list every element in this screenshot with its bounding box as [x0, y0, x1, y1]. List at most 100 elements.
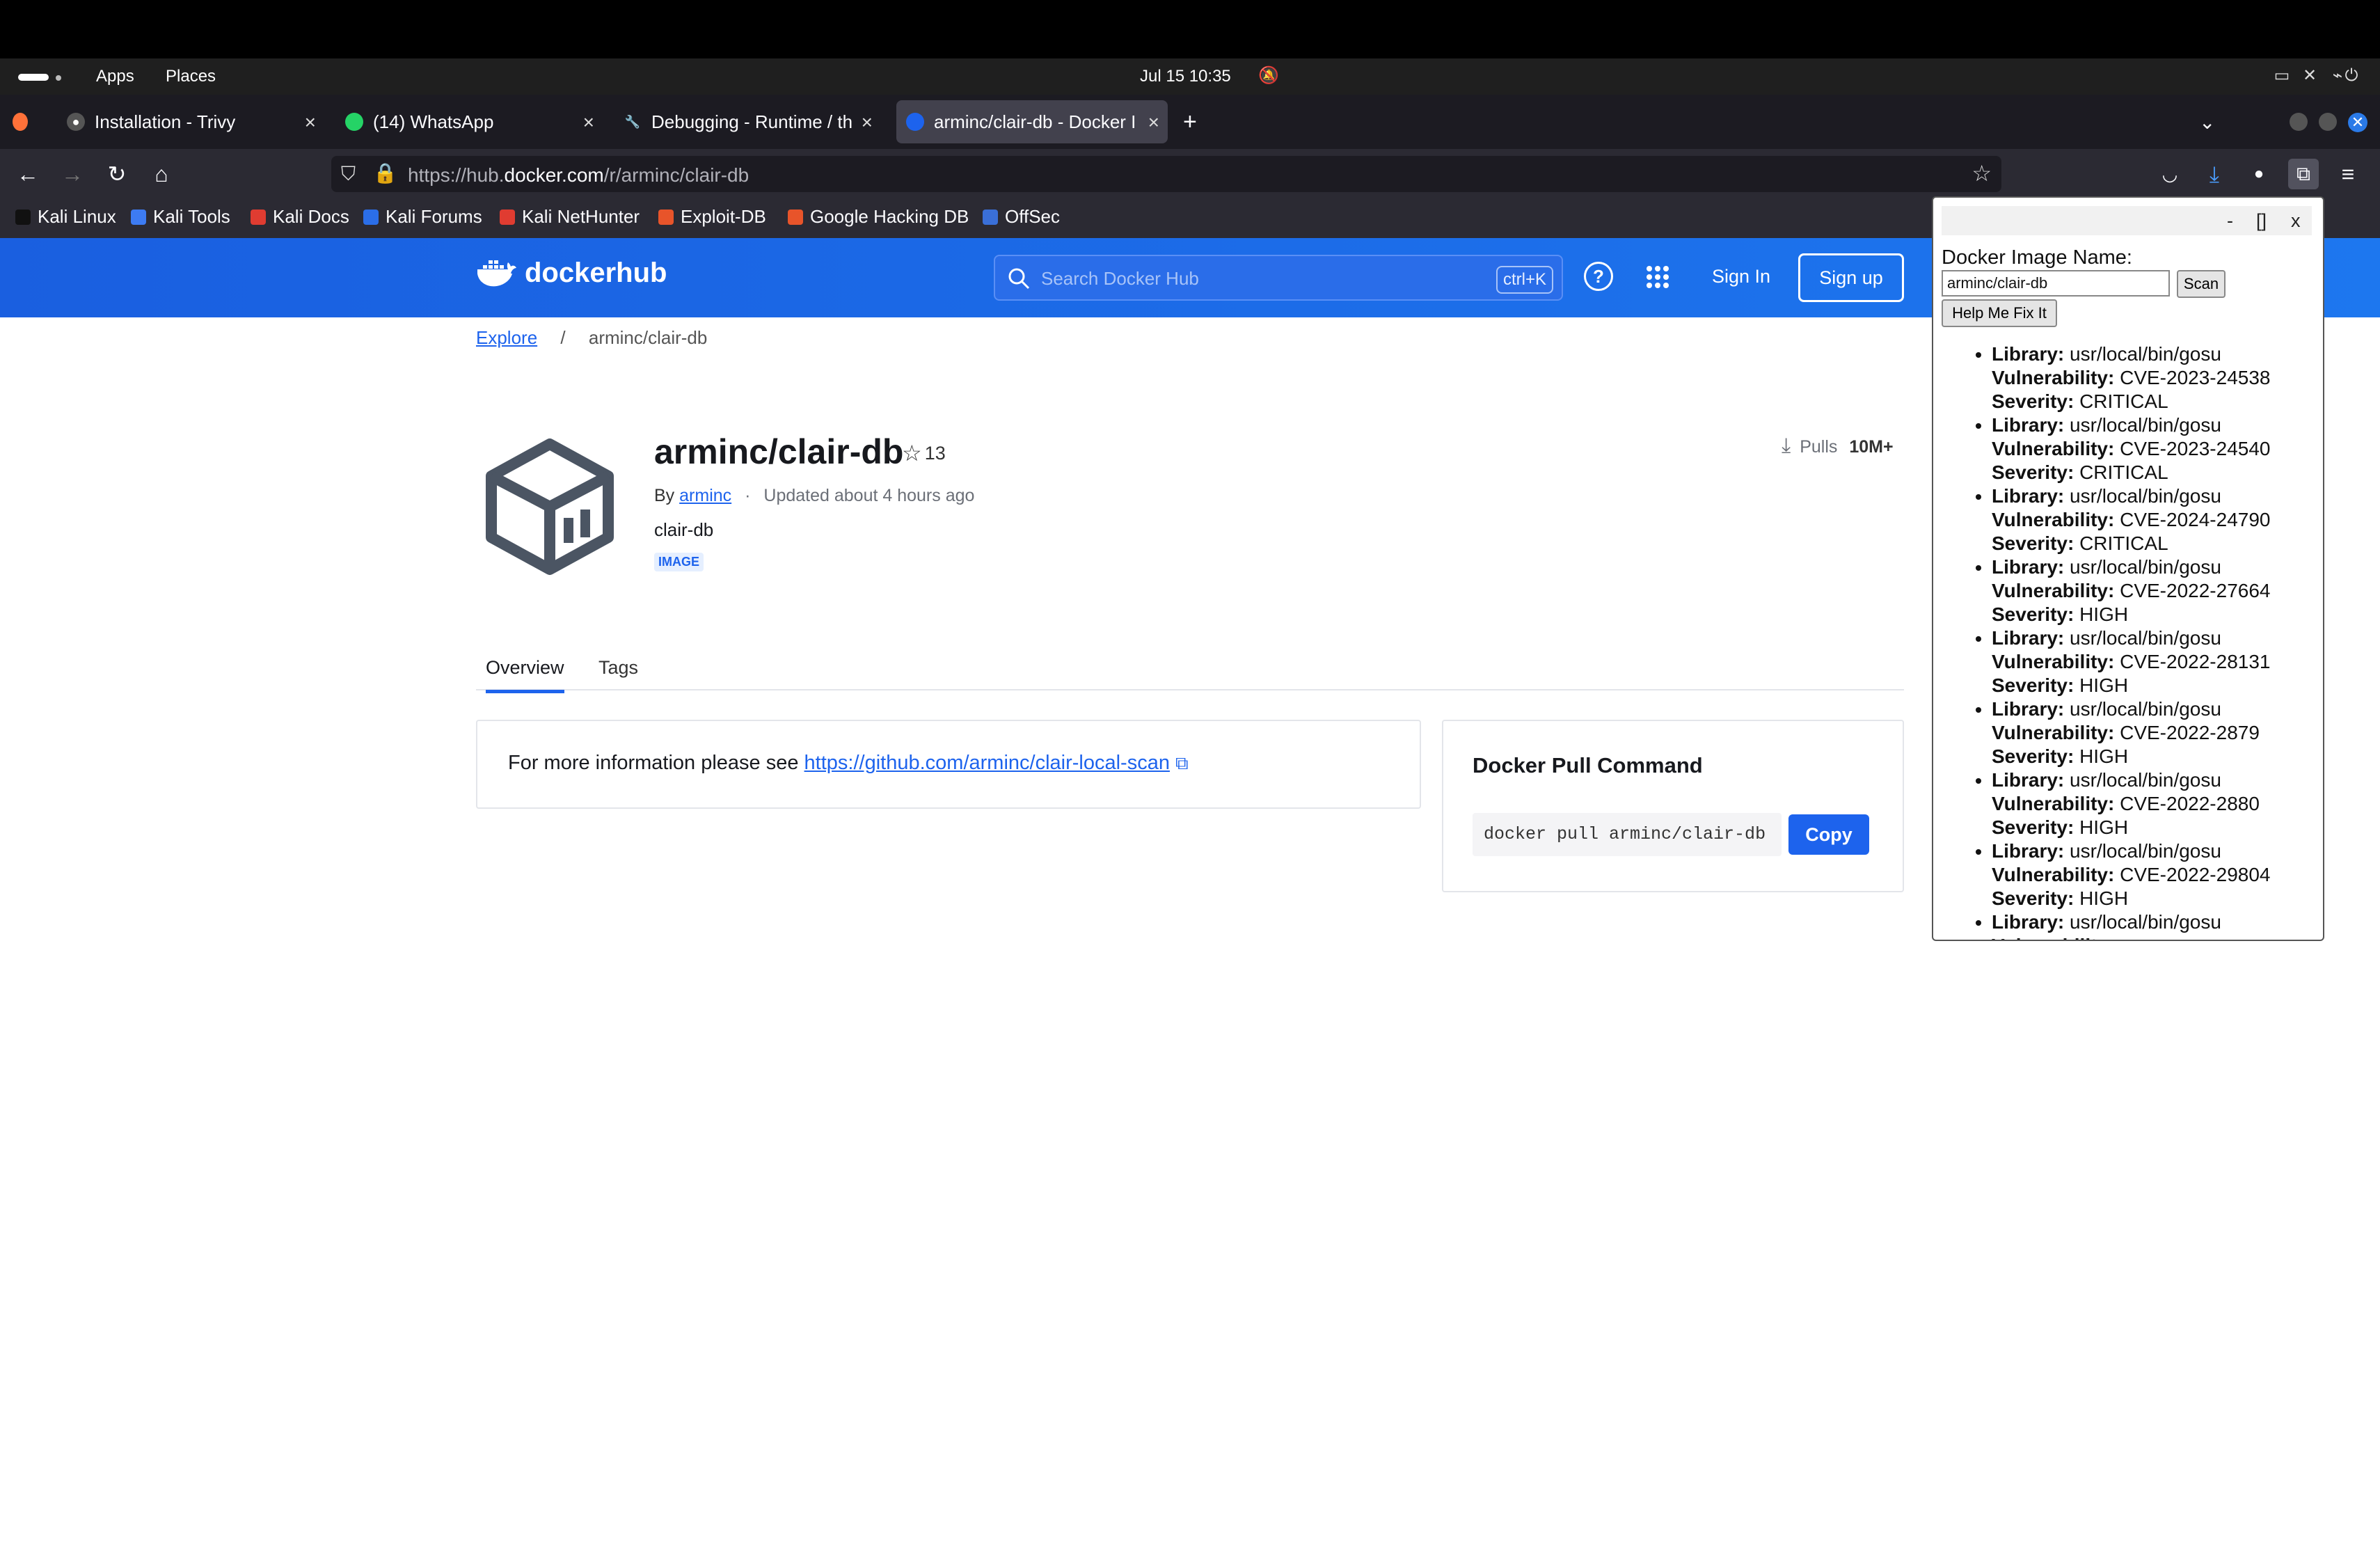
- help-icon[interactable]: ?: [1584, 262, 1613, 291]
- tab-docker-hub[interactable]: arminc/clair-db - Docker I ×: [896, 100, 1168, 143]
- image-cube-icon: [486, 439, 614, 575]
- kali-forums-icon: [363, 209, 379, 225]
- tab-close-icon[interactable]: ×: [861, 111, 873, 134]
- tab-overview[interactable]: Overview: [486, 657, 564, 693]
- library-value: usr/local/bin/gosu: [2070, 627, 2221, 649]
- star-count-button[interactable]: ☆ 13: [902, 440, 946, 466]
- system-top-bar: Apps Places Jul 15 10:35 🔕 ▭ ✕ ⌁ ⏻: [0, 58, 2380, 95]
- severity-key: Severity:: [1992, 390, 2074, 412]
- library-key: Library:: [1992, 698, 2065, 720]
- image-badge: IMAGE: [654, 553, 704, 571]
- library-key: Library:: [1992, 769, 2065, 791]
- app-menu-icon[interactable]: ≡: [2333, 159, 2363, 189]
- bookmark-google-hacking-db[interactable]: Google Hacking DB: [788, 206, 969, 228]
- firefox-icon: [13, 113, 28, 131]
- extension-minimize-button[interactable]: -: [2227, 210, 2233, 232]
- url-text[interactable]: https://hub.docker.com/r/arminc/clair-db: [408, 164, 749, 187]
- library-value: usr/local/bin/gosu: [2070, 414, 2221, 436]
- list-tabs-chevron-icon[interactable]: ⌄: [2199, 100, 2224, 143]
- external-link-icon[interactable]: ⧉: [1175, 752, 1189, 773]
- library-value: usr/local/bin/gosu: [2070, 698, 2221, 720]
- severity-key: Severity:: [1992, 745, 2074, 767]
- search-shortcut-hint: ctrl+K: [1496, 266, 1553, 294]
- clock[interactable]: Jul 15 10:35: [1140, 67, 1231, 86]
- vulnerability-item: Library: usr/local/bin/gosuVulnerability…: [1992, 626, 2312, 697]
- account-icon[interactable]: ●: [2244, 159, 2274, 189]
- vulnerability-value: CVE-2022-28131: [2120, 651, 2271, 672]
- bookmark-exploit-db[interactable]: Exploit-DB: [658, 206, 766, 228]
- repo-description: clair-db: [654, 519, 714, 540]
- tab-close-icon[interactable]: ×: [305, 111, 316, 134]
- search-placeholder: Search Docker Hub: [1041, 268, 1199, 289]
- reload-icon[interactable]: ↻: [102, 159, 132, 189]
- vulnerability-item: Library: usr/local/bin/gosuVulnerability…: [1992, 413, 2312, 484]
- tab-debugging-runtime[interactable]: 🔧 Debugging - Runtime / th ×: [624, 100, 881, 143]
- severity-key: Severity:: [1992, 674, 2074, 696]
- volume-muted-icon[interactable]: ✕: [2301, 67, 2319, 85]
- vulnerability-value: CVE-2024-24790: [2120, 509, 2271, 530]
- library-key: Library:: [1992, 840, 2065, 862]
- pull-command[interactable]: docker pull arminc/clair-db: [1473, 813, 1782, 856]
- tab-close-icon[interactable]: ×: [1148, 111, 1159, 134]
- vulnerability-item: Library: usr/local/bin/gosuVulnerability…: [1992, 768, 2312, 839]
- tab-tags[interactable]: Tags: [598, 657, 638, 690]
- places-menu[interactable]: Places: [166, 67, 216, 86]
- close-window-button[interactable]: ✕: [2348, 113, 2367, 132]
- firefox-menu[interactable]: [13, 100, 38, 143]
- kali-docs-icon: [251, 209, 266, 225]
- activities-indicator[interactable]: [18, 74, 49, 81]
- image-name-input[interactable]: [1942, 270, 2170, 297]
- bookmark-kali-forums[interactable]: Kali Forums: [363, 206, 482, 228]
- extension-close-button[interactable]: x: [2291, 210, 2301, 232]
- tab-label: Installation - Trivy: [95, 111, 236, 132]
- downloads-icon[interactable]: ⤓: [2199, 159, 2230, 189]
- apps-grid-icon[interactable]: [1645, 264, 1670, 290]
- severity-value: CRITICAL: [2079, 390, 2168, 412]
- bookmark-kali-tools[interactable]: Kali Tools: [131, 206, 230, 228]
- workspace-dot: [56, 75, 61, 81]
- severity-key: Severity:: [1992, 603, 2074, 625]
- severity-key: Severity:: [1992, 816, 2074, 838]
- maximize-window-button[interactable]: [2319, 113, 2337, 131]
- shield-icon[interactable]: ⛉: [341, 163, 356, 186]
- vulnerability-key: Vulnerability:: [1992, 367, 2115, 388]
- severity-key: Severity:: [1992, 532, 2074, 554]
- github-link[interactable]: https://github.com/arminc/clair-local-sc…: [804, 752, 1170, 774]
- notifications-muted-icon[interactable]: 🔕: [1258, 67, 1279, 85]
- severity-value: HIGH: [2079, 816, 2129, 838]
- copy-button[interactable]: Copy: [1788, 814, 1869, 855]
- apps-menu[interactable]: Apps: [96, 67, 134, 86]
- bookmark-star-icon[interactable]: ☆: [1972, 160, 1992, 187]
- severity-key: Severity:: [1992, 887, 2074, 909]
- search-input[interactable]: Search Docker Hub ctrl+K: [994, 255, 1563, 301]
- star-icon: ☆: [902, 441, 922, 466]
- tab-close-icon[interactable]: ×: [583, 111, 594, 134]
- tab-installation-trivy[interactable]: ● Installation - Trivy ×: [67, 100, 324, 143]
- help-me-fix-it-button[interactable]: Help Me Fix It: [1942, 299, 2057, 327]
- sign-in-link[interactable]: Sign In: [1712, 266, 1770, 287]
- extension-maximize-button[interactable]: []: [2256, 210, 2267, 232]
- dockerhub-logo[interactable]: dockerhub: [476, 258, 667, 289]
- owner-link[interactable]: arminc: [679, 486, 731, 505]
- bookmark-kali-docs[interactable]: Kali Docs: [251, 206, 349, 228]
- bookmark-offsec[interactable]: OffSec: [983, 206, 1060, 228]
- screen-icon[interactable]: ▭: [2273, 67, 2291, 85]
- bookmark-kali-linux[interactable]: Kali Linux: [15, 206, 116, 228]
- back-arrow-icon[interactable]: ←: [13, 159, 43, 189]
- home-icon[interactable]: ⌂: [146, 159, 177, 189]
- breadcrumb-explore-link[interactable]: Explore: [476, 327, 537, 348]
- pocket-icon[interactable]: ◡: [2155, 159, 2185, 189]
- url-bar[interactable]: ⛉ 🔒 https://hub.docker.com/r/arminc/clai…: [331, 156, 2001, 192]
- forward-arrow-icon[interactable]: →: [57, 159, 88, 189]
- bookmark-kali-nethunter[interactable]: Kali NetHunter: [500, 206, 640, 228]
- repo-title: arminc/clair-db: [654, 432, 904, 471]
- tab-whatsapp[interactable]: (14) WhatsApp ×: [345, 100, 603, 143]
- power-icon[interactable]: ⏻: [2342, 67, 2361, 85]
- lock-icon[interactable]: 🔒: [373, 161, 397, 184]
- library-key: Library:: [1992, 911, 2065, 933]
- minimize-window-button[interactable]: [2290, 113, 2308, 131]
- extensions-puzzle-icon[interactable]: ⧉: [2288, 159, 2319, 189]
- scan-button[interactable]: Scan: [2177, 270, 2226, 298]
- sign-up-button[interactable]: Sign up: [1798, 253, 1904, 302]
- new-tab-button[interactable]: +: [1183, 100, 1211, 143]
